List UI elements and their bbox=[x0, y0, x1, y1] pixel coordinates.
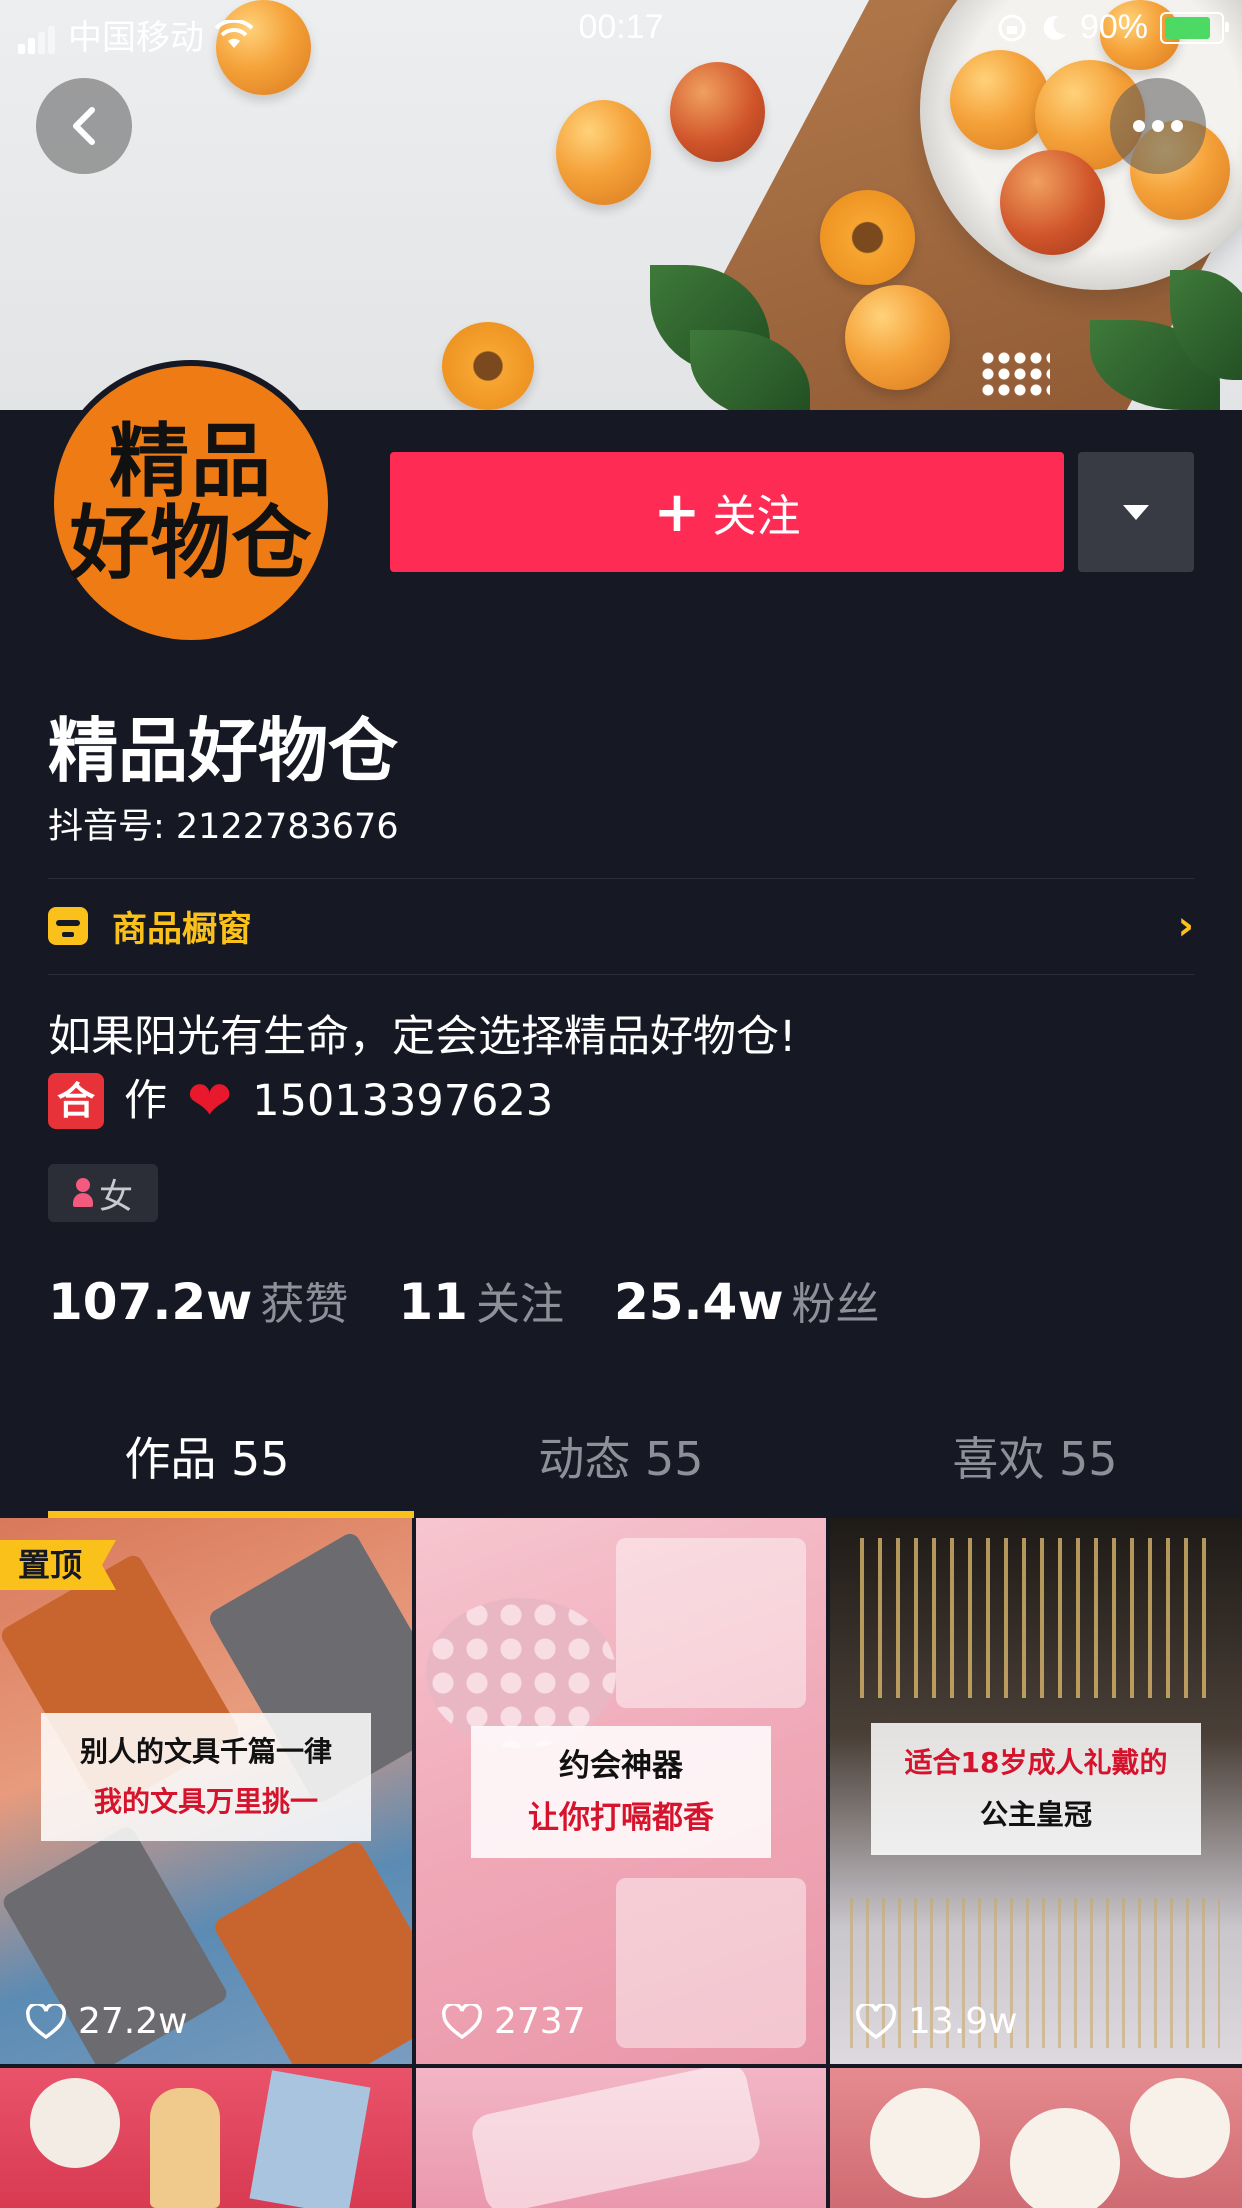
bio-zuo: 作 bbox=[124, 1076, 167, 1126]
video-thumbnail[interactable] bbox=[0, 2068, 412, 2208]
moon-icon bbox=[1043, 15, 1066, 40]
gender-tag: 女 bbox=[48, 1164, 158, 1222]
video-caption: 别人的文具千篇一律 我的文具万里挑一 bbox=[41, 1713, 371, 1841]
female-user-icon bbox=[73, 1178, 93, 1208]
video-thumbnail[interactable] bbox=[416, 2068, 826, 2208]
chevron-right-icon: › bbox=[1177, 903, 1194, 949]
video-thumbnail[interactable] bbox=[830, 2068, 1242, 2208]
bio-line2: 合 作 ❤ 15013397623 bbox=[48, 1069, 796, 1133]
video-caption: 约会神器 让你打嗝都香 bbox=[471, 1726, 771, 1858]
candy-box-image bbox=[616, 1538, 806, 1708]
follow-button[interactable]: + 关注 bbox=[390, 452, 1064, 572]
video-thumbnail[interactable]: 约会神器 让你打嗝都香 2737 bbox=[416, 1518, 826, 2064]
more-dots-icon bbox=[1133, 120, 1183, 132]
video-caption-line2: 公主皇冠 bbox=[979, 1798, 1092, 1831]
profile-stats: 107.2w 获赞 11 关注 25.4w 粉丝 bbox=[48, 1268, 930, 1332]
video-thumbnail[interactable]: 适合18岁成人礼戴的 公主皇冠 13.9w bbox=[830, 1518, 1242, 2064]
heart-icon bbox=[26, 2003, 66, 2039]
tab-likes[interactable]: 喜欢 55 bbox=[828, 1400, 1242, 1518]
bio-line1: 如果阳光有生命，定会选择精品好物仓! bbox=[48, 1012, 797, 1062]
notebook-image bbox=[211, 1838, 412, 2064]
back-arrow-icon bbox=[73, 107, 95, 145]
apricot-half-image bbox=[820, 190, 915, 285]
avatar[interactable]: 精品 好物仓 bbox=[48, 360, 334, 646]
video-likes: 2737 bbox=[442, 2001, 586, 2042]
apricot-image bbox=[1000, 150, 1105, 255]
battery-icon bbox=[1160, 11, 1229, 44]
following-count[interactable]: 11 bbox=[398, 1273, 468, 1331]
video-likes-count: 27.2w bbox=[78, 2001, 188, 2042]
video-likes-count: 13.9w bbox=[908, 2001, 1018, 2042]
he-badge-icon: 合 bbox=[48, 1073, 104, 1129]
more-button[interactable] bbox=[1110, 78, 1206, 174]
profile-tabs: 作品 55 动态 55 喜欢 55 bbox=[0, 1400, 1242, 1518]
flowers-image bbox=[980, 350, 1050, 400]
back-button[interactable] bbox=[36, 78, 132, 174]
video-likes: 13.9w bbox=[856, 2001, 1018, 2042]
shop-icon bbox=[48, 907, 88, 945]
apricot-image bbox=[556, 100, 651, 205]
shop-window-label: 商品橱窗 bbox=[112, 909, 253, 950]
profile-name: 精品好物仓 bbox=[48, 710, 398, 792]
douyin-id: 抖音号: 2122783676 bbox=[48, 807, 399, 847]
crown-image bbox=[860, 1538, 1210, 1698]
apricot-half-image bbox=[442, 322, 534, 410]
pinned-tag: 置顶 bbox=[0, 1540, 117, 1590]
apricot-image bbox=[845, 285, 950, 390]
gender-label: 女 bbox=[99, 1176, 133, 1217]
heart-emoji-icon: ❤ bbox=[187, 1069, 233, 1132]
product-image bbox=[150, 2088, 220, 2208]
divider bbox=[48, 974, 1194, 975]
video-likes-count: 2737 bbox=[494, 2001, 586, 2042]
bio: 如果阳光有生命，定会选择精品好物仓! 合 作 ❤ 15013397623 bbox=[48, 1005, 796, 1133]
avatar-text-line1: 精品 bbox=[109, 415, 273, 509]
dropdown-triangle-icon bbox=[1123, 504, 1149, 520]
following-label[interactable]: 关注 bbox=[476, 1268, 564, 1332]
followers-label[interactable]: 粉丝 bbox=[792, 1268, 880, 1332]
heart-icon bbox=[856, 2003, 896, 2039]
pencil-case-image bbox=[468, 2068, 764, 2208]
plus-icon: + bbox=[653, 479, 701, 545]
video-caption-line1: 别人的文具千篇一律 bbox=[79, 1735, 332, 1768]
likes-label: 获赞 bbox=[260, 1279, 349, 1330]
recommend-dropdown-button[interactable] bbox=[1078, 452, 1194, 572]
tab-works[interactable]: 作品 55 bbox=[0, 1400, 414, 1518]
product-image bbox=[30, 2078, 120, 2168]
video-caption-line2: 让你打嗝都香 bbox=[528, 1800, 714, 1836]
avatar-text-line2: 好物仓 bbox=[69, 497, 313, 590]
candy-box-image bbox=[616, 1878, 806, 2048]
dessert-image bbox=[1130, 2078, 1230, 2178]
dessert-image bbox=[870, 2088, 980, 2198]
dessert-image bbox=[1010, 2108, 1120, 2208]
tab-moments[interactable]: 动态 55 bbox=[414, 1400, 828, 1518]
likes-count: 107.2w bbox=[48, 1273, 253, 1331]
video-caption-line2: 我的文具万里挑一 bbox=[93, 1785, 318, 1818]
product-image bbox=[249, 2070, 371, 2208]
follow-button-label: 关注 bbox=[712, 491, 801, 542]
heart-icon bbox=[442, 2003, 482, 2039]
video-caption-line1: 约会神器 bbox=[559, 1748, 683, 1784]
apricot-image bbox=[670, 62, 765, 162]
followers-count[interactable]: 25.4w bbox=[614, 1273, 784, 1331]
profile-banner bbox=[0, 0, 1242, 410]
orientation-lock-icon bbox=[998, 14, 1026, 41]
video-caption: 适合18岁成人礼戴的 公主皇冠 bbox=[871, 1723, 1201, 1855]
video-caption-line1: 适合18岁成人礼戴的 bbox=[904, 1746, 1168, 1779]
shop-window-link[interactable]: 商品橱窗 › bbox=[48, 878, 1194, 974]
video-likes: 27.2w bbox=[26, 2001, 188, 2042]
apricot-image bbox=[950, 50, 1050, 150]
battery-percent: 90% bbox=[1079, 8, 1148, 46]
video-thumbnail[interactable]: 置顶 别人的文具千篇一律 我的文具万里挑一 27.2w bbox=[0, 1518, 412, 2064]
bio-phone: 15013397623 bbox=[252, 1076, 554, 1126]
status-bar: 中国移动 00:17 90% bbox=[0, 0, 1242, 58]
